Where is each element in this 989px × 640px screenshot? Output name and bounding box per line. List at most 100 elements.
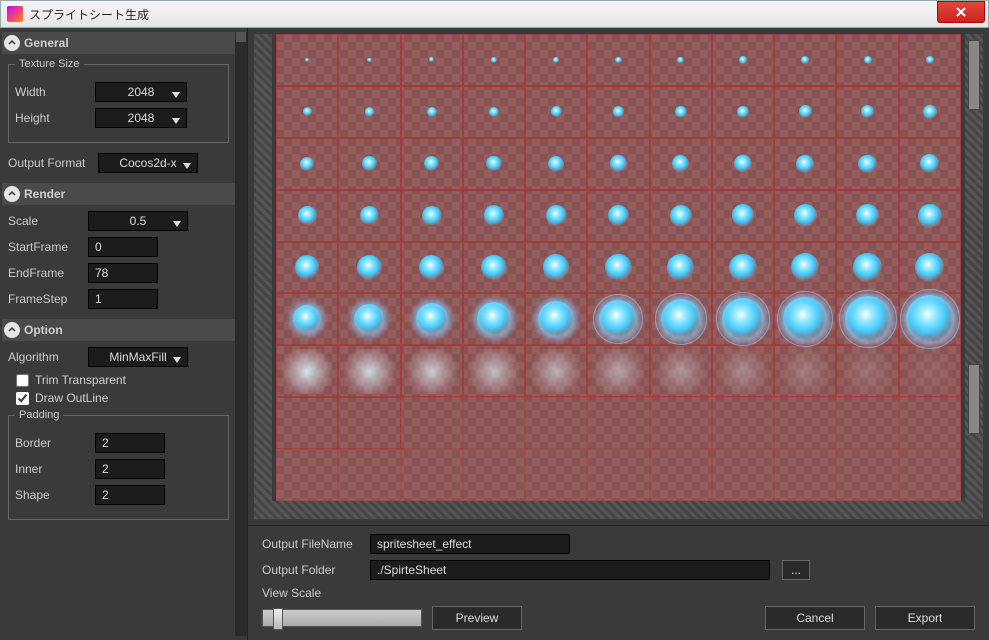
- sprite-cell: [587, 34, 649, 86]
- section-render-label: Render: [24, 187, 65, 201]
- inner-input[interactable]: [95, 459, 165, 479]
- chevron-up-icon: [4, 322, 20, 338]
- sprite-cell: [463, 138, 525, 190]
- content-area: Output FileName Output Folder ... View S…: [248, 28, 989, 640]
- orb-sprite: [661, 299, 701, 339]
- inner-label: Inner: [15, 462, 95, 476]
- browse-button[interactable]: ...: [782, 560, 810, 580]
- algorithm-select[interactable]: MinMaxFill: [88, 347, 188, 367]
- border-input[interactable]: [95, 433, 165, 453]
- sprite-cell: [650, 293, 712, 345]
- orb-sprite: [915, 253, 944, 282]
- window-title: スプライトシート生成: [29, 6, 149, 23]
- output-folder-input[interactable]: [370, 560, 770, 580]
- endframe-label: EndFrame: [8, 266, 88, 280]
- sprite-cell: [276, 345, 338, 397]
- sprite-cell: [712, 34, 774, 86]
- sprite-cell: [650, 397, 712, 449]
- bottom-panel: Output FileName Output Folder ... View S…: [248, 525, 989, 640]
- height-select[interactable]: 2048: [95, 108, 187, 128]
- sprite-cell: [899, 34, 961, 86]
- close-button[interactable]: [937, 1, 985, 23]
- sprite-cell: [463, 397, 525, 449]
- fog-sprite: [280, 349, 334, 394]
- sprite-cell: [401, 345, 463, 397]
- width-select[interactable]: 2048: [95, 82, 187, 102]
- sprite-cell: [587, 449, 649, 501]
- orb-sprite: [422, 206, 442, 226]
- orb-sprite: [799, 105, 812, 118]
- sprite-cell: [712, 397, 774, 449]
- fog-sprite: [840, 349, 894, 394]
- sprite-cell: [276, 293, 338, 345]
- fog-sprite: [467, 349, 521, 394]
- vertical-scrollbar[interactable]: [965, 34, 983, 501]
- scale-value: 0.5: [130, 214, 147, 228]
- sprite-cell: [836, 449, 898, 501]
- startframe-input[interactable]: [88, 237, 158, 257]
- orb-sprite: [298, 206, 317, 225]
- framestep-input[interactable]: [88, 289, 158, 309]
- section-general-header[interactable]: General: [2, 32, 243, 54]
- preview-button[interactable]: Preview: [432, 606, 522, 630]
- orb-sprite: [906, 295, 954, 343]
- sprite-cell: [899, 449, 961, 501]
- scrollbar-up-button[interactable]: [236, 32, 246, 42]
- orb-sprite: [861, 105, 874, 118]
- spritesheet-preview[interactable]: [276, 34, 961, 501]
- view-scale-slider[interactable]: [262, 609, 422, 627]
- slider-knob[interactable]: [273, 608, 283, 630]
- orb-sprite: [551, 106, 562, 117]
- orb-sprite: [489, 107, 499, 117]
- sprite-cell: [712, 242, 774, 294]
- sprite-cell: [587, 86, 649, 138]
- sprite-cell: [463, 190, 525, 242]
- output-filename-input[interactable]: [370, 534, 570, 554]
- orb-sprite: [923, 105, 937, 119]
- orb-sprite: [357, 255, 382, 280]
- sprite-cell: [463, 293, 525, 345]
- sprite-cell: [276, 86, 338, 138]
- orb-sprite: [853, 253, 881, 281]
- endframe-input[interactable]: [88, 263, 158, 283]
- section-render-header[interactable]: Render: [2, 183, 243, 205]
- orb-sprite: [303, 107, 312, 116]
- sprite-cell: [401, 190, 463, 242]
- cancel-button[interactable]: Cancel: [765, 606, 865, 630]
- orb-sprite: [670, 205, 692, 227]
- export-button[interactable]: Export: [875, 606, 975, 630]
- sprite-cell: [712, 345, 774, 397]
- sprite-cell: [338, 293, 400, 345]
- output-format-select[interactable]: Cocos2d-x: [98, 153, 198, 173]
- section-general-label: General: [24, 36, 69, 50]
- sprite-cell: [401, 397, 463, 449]
- sidebar-scrollbar[interactable]: [235, 32, 247, 636]
- scrollbar-thumb[interactable]: [968, 364, 980, 434]
- width-value: 2048: [128, 85, 155, 99]
- sprite-cell: [587, 138, 649, 190]
- chevron-up-icon: [4, 35, 20, 51]
- trim-transparent-checkbox[interactable]: [16, 374, 29, 387]
- output-filename-label: Output FileName: [262, 537, 370, 551]
- scale-select[interactable]: 0.5: [88, 211, 188, 231]
- sprite-cell: [774, 86, 836, 138]
- sprite-cell: [650, 345, 712, 397]
- sprite-cell: [587, 190, 649, 242]
- horizontal-scrollbar[interactable]: [254, 501, 983, 519]
- orb-sprite: [796, 155, 814, 173]
- orb-sprite: [918, 204, 942, 228]
- close-icon: [955, 6, 967, 18]
- orb-sprite: [739, 56, 746, 63]
- texture-size-legend: Texture Size: [15, 58, 84, 70]
- orb-sprite: [481, 255, 507, 281]
- shape-input[interactable]: [95, 485, 165, 505]
- sprite-cell: [774, 34, 836, 86]
- border-label: Border: [15, 436, 95, 450]
- sprite-cell: [774, 449, 836, 501]
- orb-sprite: [732, 204, 754, 226]
- height-value: 2048: [128, 111, 155, 125]
- section-option-header[interactable]: Option: [2, 319, 243, 341]
- draw-outline-checkbox[interactable]: [16, 392, 29, 405]
- scrollbar-thumb[interactable]: [968, 40, 980, 110]
- sprite-cell: [401, 242, 463, 294]
